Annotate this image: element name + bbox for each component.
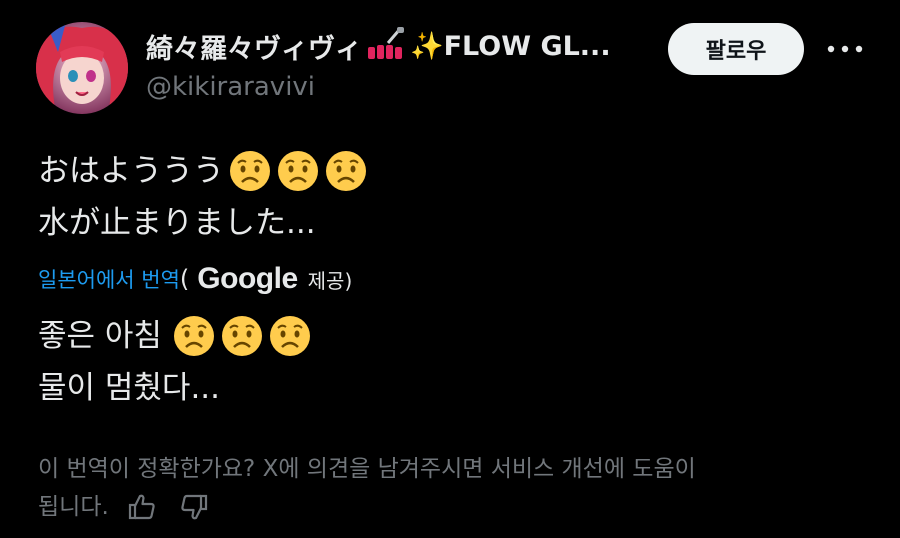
more-icon[interactable] <box>824 32 866 66</box>
worried-face-icon <box>230 151 270 191</box>
paren-open: ( <box>179 265 190 293</box>
tweet-header: 綺々羅々ヴィヴィ ✨FLOW GL... @kikiraravivi 팔로우 <box>36 20 866 116</box>
avatar[interactable] <box>36 22 128 114</box>
tweet-line-2: 水が止まりました... <box>38 205 316 241</box>
thumbs-down-icon[interactable] <box>175 488 213 526</box>
worried-face-icon <box>326 151 366 191</box>
translation-feedback: 이 번역이 정확한가요? X에 의견을 남겨주시면 서비스 개선에 도움이 됩니… <box>38 450 858 526</box>
translated-line-2: 물이 멈췄다... <box>38 370 221 406</box>
translated-line-1: 좋은 아침 <box>38 318 162 354</box>
worried-face-icon <box>221 316 262 356</box>
feedback-line-2: 됩니다. <box>38 494 109 520</box>
tweet-line-1: おはよううう <box>38 153 224 189</box>
display-name[interactable]: 綺々羅々ヴィヴィ <box>146 27 362 66</box>
thumbs-up-icon[interactable] <box>123 488 161 526</box>
translate-link[interactable]: 일본어에서 번역 <box>38 264 180 294</box>
translated-text: 좋은 아침 물이 멈췄다... <box>38 310 312 414</box>
tweet-text: おはよううう 水が止まりました... <box>38 145 368 249</box>
provided-label: 제공) <box>307 268 353 293</box>
google-logo: Google <box>197 262 298 295</box>
nail-polish-icon <box>366 27 406 65</box>
worried-face-icon <box>269 316 310 356</box>
follow-button[interactable]: 팔로우 <box>668 23 804 75</box>
translation-attribution: 일본어에서 번역 ( Google 제공) <box>38 257 352 301</box>
worried-face-icon <box>278 151 318 191</box>
user-handle[interactable]: @kikiraravivi <box>146 72 315 102</box>
display-name-suffix[interactable]: ✨FLOW GL... <box>410 30 611 62</box>
worried-face-icon <box>173 316 214 356</box>
feedback-line-1: 이 번역이 정확한가요? X에 의견을 남겨주시면 서비스 개선에 도움이 <box>38 456 696 482</box>
display-name-row[interactable]: 綺々羅々ヴィヴィ ✨FLOW GL... <box>146 26 611 66</box>
